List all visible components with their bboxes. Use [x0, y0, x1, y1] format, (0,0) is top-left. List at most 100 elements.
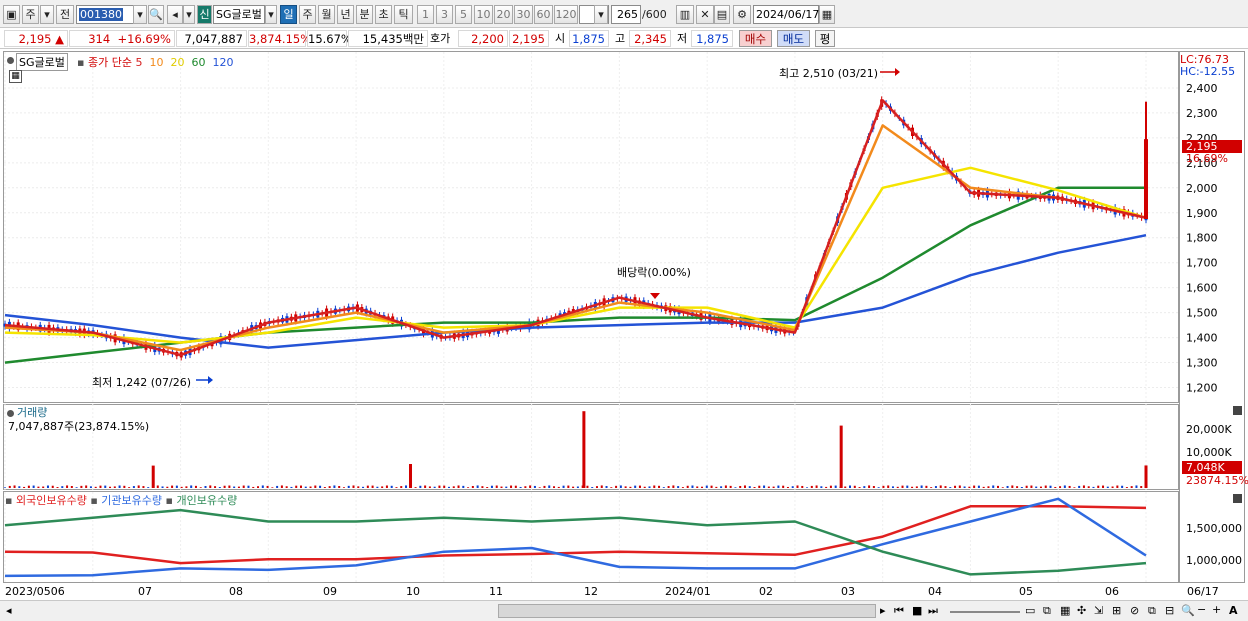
volume-bar	[653, 485, 656, 488]
volume-bar	[763, 485, 766, 488]
volume-bar	[433, 486, 436, 488]
legend-series-type: ▪ 종가 단순 5 10 20 60 120	[77, 56, 234, 69]
volume-bar	[1068, 485, 1071, 488]
chart-type-icon[interactable]: ⊞	[1112, 604, 1121, 617]
legend-stock-name[interactable]: SG글로벌	[16, 53, 68, 71]
volume-bar	[1130, 486, 1133, 488]
volume-bar	[1059, 486, 1062, 488]
volume-bar	[104, 485, 107, 488]
export-icon[interactable]: ⇲	[1094, 604, 1103, 617]
volume-bar	[911, 486, 914, 488]
scroll-end-icon[interactable]: ⏭	[928, 604, 938, 618]
zoom-search-icon[interactable]: 🔍	[1181, 604, 1195, 617]
window-icon[interactable]: ⧉	[1043, 604, 1051, 618]
scroll-start-icon[interactable]: ⏮	[894, 604, 904, 618]
date-tick: 10	[406, 585, 420, 598]
volume-bar	[1044, 485, 1047, 488]
volume-bar	[882, 485, 885, 488]
zoom-slider[interactable]	[950, 611, 1020, 613]
volume-bar	[457, 485, 460, 488]
copy-icon[interactable]: ⧉	[1148, 604, 1156, 618]
volume-spike-bar	[151, 465, 155, 488]
volume-bar	[390, 485, 393, 488]
volume-bar	[285, 486, 288, 488]
volume-bar	[906, 485, 909, 488]
legend-individual: 개인보유수량	[176, 494, 238, 507]
volume-bar	[352, 485, 355, 488]
volume-bar	[853, 485, 856, 488]
zoom-out-icon[interactable]: −	[1197, 603, 1206, 616]
volume-bar	[94, 486, 97, 488]
volume-bar	[338, 486, 341, 488]
volume-bar	[863, 486, 866, 488]
volume-pane-close-icon[interactable]	[1233, 406, 1242, 415]
volume-bar	[672, 485, 675, 488]
volume-bar	[858, 487, 861, 488]
legend-foreign: 외국인보유수량	[15, 494, 87, 507]
annotation-high: 최고 2,510 (03/21)	[779, 67, 879, 80]
volume-bar	[553, 486, 556, 488]
bottom-toolbar: ◂ ▸ ⏮ ■ ⏭ ▭ ⧉ ▦ ✣ ⇲ ⊞ ⊘ ⧉ ⊟ 🔍 − + A	[0, 600, 1248, 621]
layout-icon[interactable]: ▭	[1025, 604, 1035, 617]
volume-bar	[233, 486, 236, 488]
hc-value: HC:-12.55	[1180, 65, 1236, 78]
volume-bar	[729, 485, 732, 488]
legend-ma5: 5	[135, 56, 143, 69]
crosshair-tool-icon[interactable]: ✣	[1077, 604, 1086, 617]
grid-icon[interactable]: ▦	[1060, 604, 1070, 617]
volume-bar	[290, 486, 293, 488]
volume-bar	[223, 485, 226, 488]
volume-bar	[467, 487, 470, 488]
volume-bar	[963, 486, 966, 488]
legend-ma10: 10	[149, 56, 164, 69]
volume-bar	[490, 485, 493, 488]
compare-icon[interactable]: ⊟	[1165, 604, 1174, 617]
scroll-thumb[interactable]	[498, 604, 876, 618]
volume-bar	[362, 486, 365, 488]
volume-pane-handle-icon[interactable]	[7, 410, 14, 417]
stop-icon[interactable]: ■	[912, 604, 922, 617]
volume-bar	[701, 486, 704, 488]
volume-bar	[686, 485, 689, 488]
volume-bar	[715, 486, 718, 488]
scroll-left-icon[interactable]: ◂	[6, 604, 12, 617]
volume-bar	[85, 485, 88, 488]
volume-bar	[371, 485, 374, 488]
price-tick-label: 1,300	[1186, 357, 1218, 370]
volume-bar	[806, 487, 809, 488]
volume-bar	[510, 485, 513, 488]
volume-bar	[930, 487, 933, 488]
volume-bar	[247, 485, 250, 488]
volume-bar	[667, 486, 670, 488]
link-icon[interactable]: ⊘	[1130, 604, 1139, 617]
grid-toggle-icon[interactable]: ▦	[9, 70, 22, 83]
volume-bar	[1030, 485, 1033, 488]
volume-value-label: 7,047,887주(23,874.15%)	[8, 420, 150, 433]
volume-bar	[171, 485, 174, 488]
annotation-high-arrowhead	[895, 68, 900, 76]
volume-bar	[266, 485, 269, 488]
volume-bar	[958, 485, 961, 488]
holding-pane-close-icon[interactable]	[1233, 494, 1242, 503]
scroll-right-icon[interactable]: ▸	[880, 604, 886, 617]
volume-bar	[1039, 486, 1042, 488]
volume-spike-bar	[582, 411, 586, 488]
volume-bar	[1016, 486, 1019, 488]
legend-institution: 기관보유수량	[101, 494, 163, 507]
zoom-in-icon[interactable]: +	[1212, 603, 1221, 616]
volume-bar	[18, 486, 21, 488]
volume-bar	[1092, 486, 1095, 488]
volume-bar	[877, 487, 880, 488]
volume-bar	[185, 486, 188, 488]
volume-bar	[56, 487, 59, 488]
pane-handle-icon[interactable]	[7, 57, 14, 64]
legend-ma120: 120	[212, 56, 234, 69]
text-size-icon[interactable]: A	[1229, 604, 1238, 617]
volume-bar	[175, 485, 178, 488]
date-tick: 06	[1105, 585, 1119, 598]
volume-bar	[538, 487, 541, 488]
price-tick-label: 1,500	[1186, 307, 1218, 320]
volume-bar	[1097, 485, 1100, 488]
volume-bar	[295, 485, 298, 488]
volume-bar	[572, 486, 575, 488]
